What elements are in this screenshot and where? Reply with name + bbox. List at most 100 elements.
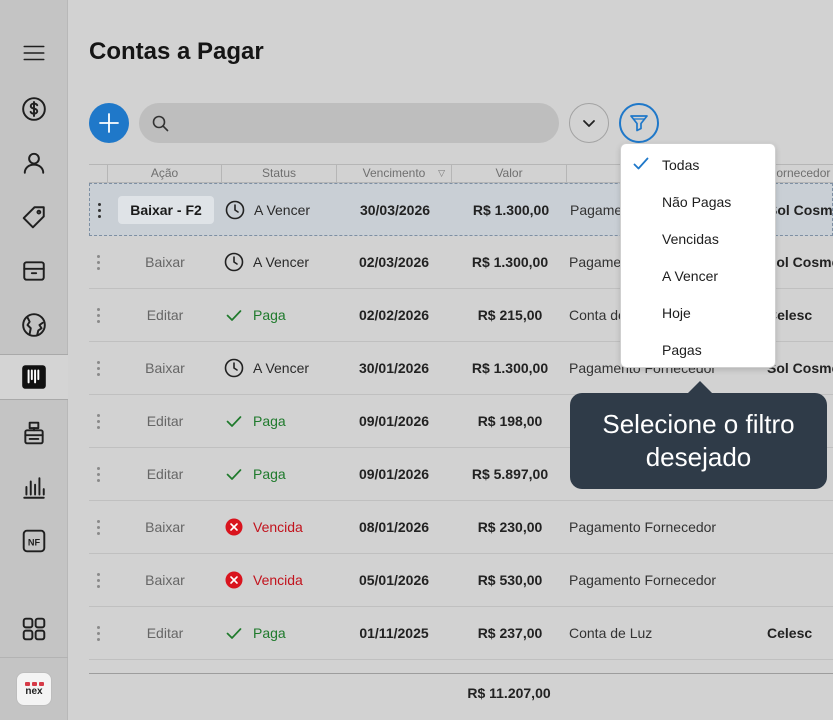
row-action-button[interactable]: Baixar — [133, 566, 197, 594]
status-cell: Paga — [224, 607, 336, 659]
logo-text: nex — [25, 685, 43, 697]
row-options-button[interactable] — [89, 289, 108, 341]
page-title: Contas a Pagar — [89, 38, 264, 65]
row-options-button[interactable] — [89, 395, 108, 447]
menu-icon — [23, 45, 45, 61]
status-cell: A Vencer — [224, 342, 336, 394]
nex-logo[interactable]: nex — [16, 672, 52, 706]
status-label: Paga — [253, 625, 286, 641]
table-row[interactable]: Baixar Vencida 05/01/2026 R$ 530,00 Pagament… — [89, 554, 833, 607]
filter-option-label: A Vencer — [662, 267, 719, 284]
amount: R$ 230,00 — [477, 519, 543, 535]
row-action-button[interactable]: Baixar — [133, 513, 197, 541]
apps-button[interactable] — [0, 606, 68, 652]
sidebar-item-contas[interactable] — [0, 354, 68, 400]
filter-option-label: Vencidas — [662, 230, 719, 247]
checkmark-icon — [633, 157, 649, 170]
row-options-button[interactable] — [90, 184, 109, 236]
chart-icon — [23, 477, 45, 499]
filter-option-label: Pagas — [662, 341, 702, 358]
status-label: A Vencer — [253, 254, 310, 270]
sidebar-item-clientes[interactable] — [0, 140, 68, 186]
kebab-icon — [97, 519, 100, 535]
row-options-button[interactable] — [89, 236, 108, 288]
filter-option-label: Não Pagas — [662, 193, 732, 210]
header-vencimento-label: Vencimento — [362, 166, 426, 180]
header-status[interactable]: Status — [222, 165, 337, 183]
sidebar-item-relatorios[interactable] — [0, 465, 68, 511]
amount: R$ 530,00 — [477, 572, 543, 588]
sidebar: NF nex — [0, 0, 68, 720]
amount: R$ 215,00 — [477, 307, 543, 323]
due-date: 09/01/2026 — [358, 413, 430, 429]
description: Conta de Luz — [569, 625, 653, 641]
header-valor[interactable]: Valor — [452, 165, 567, 183]
add-button[interactable] — [89, 103, 129, 143]
due-date: 30/03/2026 — [359, 202, 431, 218]
filter-button[interactable] — [619, 103, 659, 143]
sidebar-item-estoque[interactable] — [0, 248, 68, 294]
filter-option[interactable]: Hoje — [621, 294, 777, 331]
amount: R$ 198,00 — [477, 413, 543, 429]
search-icon — [152, 115, 169, 132]
row-options-button[interactable] — [89, 554, 108, 606]
sidebar-item-nf[interactable]: NF — [0, 518, 68, 564]
header-vencimento[interactable]: Vencimento ▽ — [337, 165, 452, 183]
search-input[interactable] — [179, 111, 539, 135]
globe-icon — [22, 313, 46, 337]
row-options-button[interactable] — [89, 607, 108, 659]
table-row[interactable]: Editar Paga 01/11/2025 R$ 237,00 Conta de Lu… — [89, 607, 833, 660]
box-icon — [23, 261, 45, 281]
row-action-button[interactable]: Editar — [135, 619, 196, 647]
check-icon — [226, 469, 242, 480]
filter-option[interactable]: Pagas — [621, 331, 777, 368]
row-action-button[interactable]: Editar — [135, 301, 196, 329]
row-action-button[interactable]: Baixar - F2 — [118, 196, 214, 224]
row-action-button[interactable]: Baixar — [133, 248, 197, 276]
status-label: Paga — [253, 307, 286, 323]
search-bar[interactable] — [139, 103, 559, 143]
filter-option[interactable]: Vencidas — [621, 220, 777, 257]
row-options-button[interactable] — [89, 501, 108, 553]
kebab-icon — [97, 466, 100, 482]
clock-icon — [224, 252, 244, 272]
status-label: A Vencer — [253, 360, 310, 376]
supplier: Celesc — [767, 625, 813, 641]
supplier: Sol Cosméticos — [768, 202, 833, 218]
status-cell: Vencida — [224, 501, 336, 553]
expand-button[interactable] — [569, 103, 609, 143]
filter-option[interactable]: A Vencer — [621, 257, 777, 294]
due-date: 02/03/2026 — [358, 254, 430, 270]
due-date: 08/01/2026 — [358, 519, 430, 535]
sidebar-item-financeiro[interactable] — [0, 86, 68, 132]
error-icon — [225, 518, 243, 536]
amount: R$ 5.897,00 — [471, 466, 549, 482]
supplier — [767, 501, 833, 553]
due-date: 09/01/2026 — [358, 466, 430, 482]
header-acao[interactable]: Ação — [108, 165, 222, 183]
menu-button[interactable] — [0, 30, 68, 76]
tooltip-line-1: Selecione o filtro — [602, 409, 795, 439]
table-row[interactable]: Baixar Vencida 08/01/2026 R$ 230,00 Pagament… — [89, 501, 833, 554]
sidebar-item-vendas[interactable] — [0, 302, 68, 348]
kebab-icon — [98, 202, 101, 218]
row-action-button[interactable]: Editar — [135, 407, 196, 435]
kebab-icon — [97, 625, 100, 641]
filter-option[interactable]: Todas — [621, 146, 777, 183]
row-options-button[interactable] — [89, 448, 108, 500]
row-action-button[interactable]: Editar — [135, 460, 196, 488]
kebab-icon — [97, 254, 100, 270]
tooltip-line-2: desejado — [645, 442, 752, 472]
status-label: A Vencer — [254, 202, 311, 218]
status-cell: A Vencer — [224, 236, 336, 288]
sidebar-item-produtos[interactable] — [0, 194, 68, 240]
filter-option[interactable]: Não Pagas — [621, 183, 777, 220]
tag-icon — [22, 206, 45, 229]
row-options-button[interactable] — [89, 342, 108, 394]
due-date: 02/02/2026 — [358, 307, 430, 323]
grid-icon — [22, 617, 46, 641]
row-action-button[interactable]: Baixar — [133, 354, 197, 382]
sidebar-item-caixa[interactable] — [0, 410, 68, 456]
status-label: Vencida — [253, 572, 303, 588]
due-date: 01/11/2025 — [359, 625, 429, 641]
